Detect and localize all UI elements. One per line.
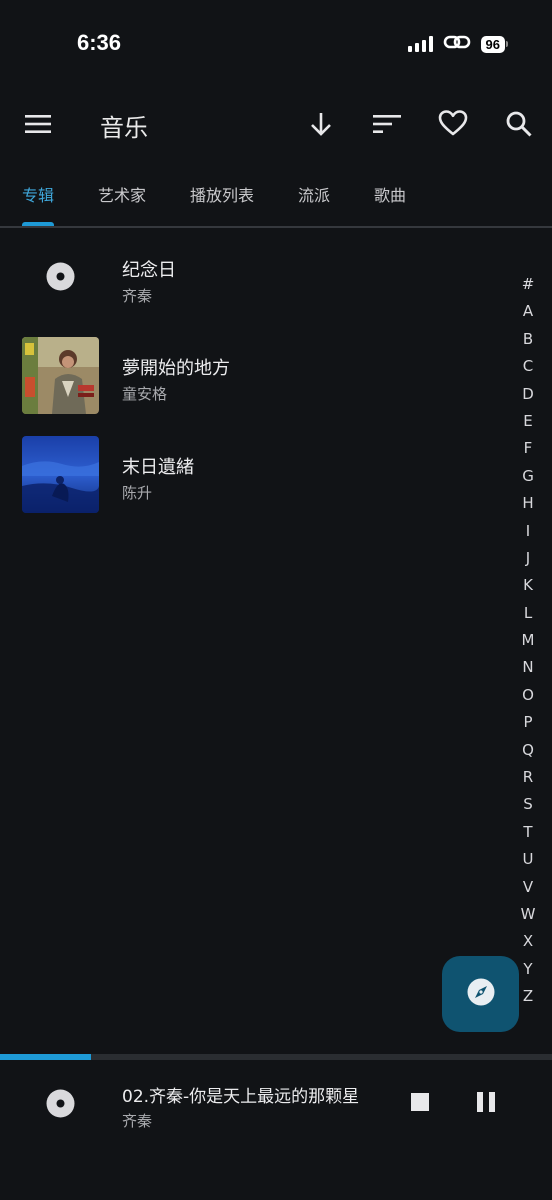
album-title: 纪念日 (122, 260, 176, 281)
index-letter[interactable]: K (512, 572, 544, 599)
status-time: 6:36 (77, 30, 122, 55)
index-letter[interactable]: O (512, 682, 544, 709)
album-cover-image (22, 436, 99, 513)
pause-icon (477, 1092, 495, 1116)
album-cover-image (22, 337, 99, 414)
disc-icon (22, 1065, 99, 1142)
mini-player[interactable]: 02.齐秦-你是天上最远的那颗星 齐秦 (0, 1060, 552, 1200)
index-letter[interactable]: M (512, 627, 544, 654)
alphabet-index[interactable]: # A B C D E F G H I J K L M N O P Q R S T U V W X Y Z (512, 271, 544, 1011)
category-tabs: 专辑 艺术家 播放列表 流派 歌曲 (0, 178, 552, 228)
disc-icon (22, 238, 99, 315)
index-letter[interactable]: L (512, 600, 544, 627)
index-letter[interactable]: P (512, 709, 544, 736)
index-letter[interactable]: S (512, 791, 544, 818)
page-title: 音乐 (100, 114, 148, 142)
index-letter[interactable]: I (512, 518, 544, 545)
search-icon[interactable] (503, 108, 535, 140)
stop-button[interactable] (404, 1088, 436, 1120)
album-artist: 陈升 (122, 484, 153, 502)
signal-icon (407, 36, 433, 52)
tab-playlists[interactable]: 播放列表 (190, 182, 254, 206)
favorite-heart-icon[interactable] (436, 106, 470, 140)
download-icon[interactable] (305, 107, 337, 141)
tab-divider (0, 226, 552, 228)
now-playing-artist: 齐秦 (122, 1112, 153, 1130)
index-letter[interactable]: B (512, 326, 544, 353)
index-letter[interactable]: T (512, 819, 544, 846)
index-letter[interactable]: E (512, 408, 544, 435)
tab-albums[interactable]: 专辑 (22, 182, 54, 206)
stop-icon (411, 1093, 429, 1115)
index-letter[interactable]: J (512, 545, 544, 572)
album-title: 末日遺緒 (122, 457, 194, 478)
index-letter[interactable]: C (512, 353, 544, 380)
index-letter[interactable]: V (512, 874, 544, 901)
now-playing-title: 02.齐秦-你是天上最远的那颗星 (122, 1087, 360, 1107)
index-letter[interactable]: D (512, 381, 544, 408)
index-letter[interactable]: Q (512, 737, 544, 764)
index-letter[interactable]: N (512, 654, 544, 681)
album-artist: 齐秦 (122, 287, 153, 305)
pause-button[interactable] (470, 1088, 502, 1120)
menu-icon[interactable] (22, 108, 54, 140)
album-list-item[interactable]: 夢開始的地方 童安格 (0, 337, 500, 417)
link-icon (443, 33, 471, 55)
tab-artists[interactable]: 艺术家 (98, 182, 146, 206)
index-letter[interactable]: H (512, 490, 544, 517)
explore-fab[interactable] (442, 956, 519, 1032)
music-app-screen: 6:36 96 音乐 专辑 艺术家 播放列表 流派 歌曲 纪念日 齐秦 夢開始的… (0, 0, 552, 1200)
index-letter[interactable]: A (512, 298, 544, 325)
album-title: 夢開始的地方 (122, 358, 230, 379)
tab-genres[interactable]: 流派 (298, 182, 330, 206)
status-icons: 96 (407, 33, 508, 55)
sort-icon[interactable] (371, 108, 403, 140)
index-letter[interactable]: X (512, 928, 544, 955)
compass-icon (466, 977, 496, 1011)
battery-level: 96 (480, 35, 505, 53)
index-letter[interactable]: F (512, 435, 544, 462)
index-letter[interactable]: # (512, 271, 544, 298)
index-letter[interactable]: U (512, 846, 544, 873)
battery-icon: 96 (480, 35, 508, 53)
tab-songs[interactable]: 歌曲 (374, 182, 406, 206)
album-list-item[interactable]: 末日遺緒 陈升 (0, 436, 500, 516)
index-letter[interactable]: W (512, 901, 544, 928)
index-letter[interactable]: G (512, 463, 544, 490)
index-letter[interactable]: R (512, 764, 544, 791)
album-list-item[interactable]: 纪念日 齐秦 (0, 238, 500, 318)
album-artist: 童安格 (122, 385, 168, 403)
